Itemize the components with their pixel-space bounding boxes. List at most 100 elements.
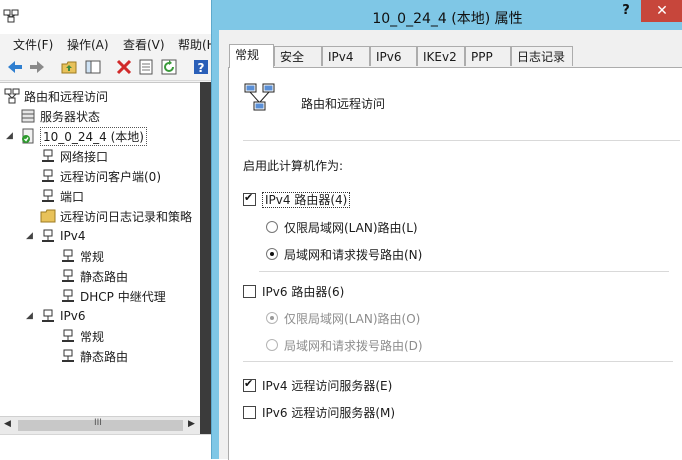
- tree-item-ipv4-static-routes[interactable]: 静态路由: [60, 267, 128, 285]
- separator: [259, 271, 669, 272]
- tree-label: 远程访问日志记录和策略: [60, 209, 193, 224]
- separator: [243, 361, 673, 362]
- general-icon: [62, 249, 74, 262]
- ipv6-router-checkbox[interactable]: [243, 285, 256, 298]
- tree-label: 常规: [80, 329, 105, 344]
- scrollbar-thumb[interactable]: III: [18, 418, 183, 431]
- back-arrow-icon[interactable]: [6, 58, 24, 76]
- tree-label: IPv4: [60, 229, 86, 243]
- port-icon: [42, 189, 54, 202]
- tree-item-ipv4[interactable]: IPv4: [40, 227, 86, 245]
- server-running-icon: [22, 128, 34, 144]
- general-icon: [62, 329, 74, 342]
- ipv6-lan-demand-radio[interactable]: [266, 339, 278, 351]
- tab-ppp[interactable]: PPP: [465, 46, 511, 66]
- server-list-icon: [21, 109, 35, 123]
- up-folder-icon[interactable]: [60, 58, 78, 76]
- separator: [243, 140, 680, 141]
- tree-label: 路由和远程访问: [24, 89, 109, 104]
- panel-title: 路由和远程访问: [301, 97, 386, 111]
- enable-as-label: 启用此计算机作为:: [243, 159, 344, 173]
- tree-label: 网络接口: [60, 149, 109, 164]
- tree-item-network-interfaces[interactable]: 网络接口: [40, 147, 108, 165]
- tab-logging[interactable]: 日志记录: [511, 46, 573, 66]
- tab-ipv6[interactable]: IPv6: [370, 46, 417, 66]
- forward-arrow-icon[interactable]: [28, 58, 46, 76]
- ipv6-lan-only-label: 仅限局域网(LAN)路由(O): [284, 312, 421, 326]
- routing-remote-access-icon: [244, 83, 275, 111]
- tree-label: 静态路由: [80, 269, 129, 284]
- tree-label: DHCP 中继代理: [80, 289, 166, 304]
- tab-general[interactable]: 常规: [229, 44, 274, 68]
- ipv4-lan-only-label[interactable]: 仅限局域网(LAN)路由(L): [284, 219, 418, 236]
- static-route-icon: [62, 349, 74, 362]
- tree-item-server[interactable]: 10_0_24_4 (本地): [20, 126, 147, 146]
- menu-file[interactable]: 文件(F): [13, 36, 53, 53]
- ipv4-router-checkbox[interactable]: [243, 191, 256, 206]
- routing-app-icon: [3, 9, 19, 23]
- static-route-icon: [62, 269, 74, 282]
- ipv4-lan-demand-radio[interactable]: [266, 248, 278, 260]
- collapse-arrow-icon[interactable]: ◢: [26, 231, 33, 241]
- tree-label: 远程访问客户端(0): [60, 169, 161, 184]
- mmc-titlebar: [0, 0, 220, 35]
- tree-horizontal-scrollbar[interactable]: ◀ III ▶: [0, 416, 200, 434]
- tree-label-selected: 10_0_24_4 (本地): [40, 126, 147, 146]
- ipv6-router-label[interactable]: IPv6 路由器(6): [262, 283, 344, 300]
- ipv6-icon: [42, 309, 54, 322]
- ipv4-router-label[interactable]: IPv4 路由器(4): [262, 191, 351, 208]
- ipv4-ras-checkbox[interactable]: [243, 377, 256, 392]
- ipv4-ras-label[interactable]: IPv4 远程访问服务器(E): [262, 377, 392, 394]
- general-tab-panel: 路由和远程访问 启用此计算机作为: IPv4 路由器(4) 仅限局域网(LAN)…: [228, 67, 682, 460]
- delete-icon[interactable]: [115, 58, 133, 76]
- help-button[interactable]: ?: [611, 0, 641, 22]
- tree-item-ipv4-general[interactable]: 常规: [60, 247, 104, 265]
- tree-label: 常规: [80, 249, 105, 264]
- scroll-left-icon[interactable]: ◀: [4, 419, 11, 429]
- tree-item-ipv6-static-routes[interactable]: 静态路由: [60, 347, 128, 365]
- dhcp-relay-icon: [62, 289, 74, 302]
- tree-label: 端口: [60, 189, 85, 204]
- tree-item-ports[interactable]: 端口: [40, 187, 84, 205]
- tab-ipv4[interactable]: IPv4: [322, 46, 370, 66]
- collapse-arrow-icon[interactable]: ◢: [6, 131, 13, 141]
- dialog-body: 常规 安全 IPv4 IPv6 IKEv2 PPP 日志记录 路由和远程访问 启…: [219, 30, 682, 460]
- tree-item-remote-clients[interactable]: 远程访问客户端(0): [40, 167, 161, 185]
- tree-item-ipv6-general[interactable]: 常规: [60, 327, 104, 345]
- scrollbar-grip: III: [94, 418, 102, 428]
- show-hide-tree-icon[interactable]: [84, 58, 102, 76]
- tree-label: IPv6: [60, 309, 86, 323]
- remote-client-icon: [42, 169, 54, 182]
- console-tree: 路由和远程访问 服务器状态 ◢ 10_0_24_4 (本地) 网络接口 远程访问: [0, 82, 200, 435]
- refresh-icon[interactable]: [160, 58, 178, 76]
- tree-label: 服务器状态: [40, 109, 101, 124]
- folder-icon: [40, 209, 56, 223]
- ipv6-ras-label[interactable]: IPv6 远程访问服务器(M): [262, 404, 395, 421]
- help-icon[interactable]: ?: [192, 58, 210, 76]
- routing-icon: [4, 88, 20, 104]
- tree-item-logging-policy[interactable]: 远程访问日志记录和策略: [40, 207, 192, 225]
- ipv4-lan-only-radio[interactable]: [266, 221, 278, 233]
- scroll-right-icon[interactable]: ▶: [188, 419, 195, 429]
- properties-icon[interactable]: [137, 58, 155, 76]
- network-interface-icon: [42, 149, 54, 162]
- tab-security[interactable]: 安全: [274, 46, 322, 66]
- menu-view[interactable]: 查看(V): [123, 36, 165, 53]
- ipv4-lan-demand-label[interactable]: 局域网和请求拨号路由(N): [284, 246, 422, 263]
- mmc-toolbar: ?: [0, 54, 220, 81]
- tree-item-ipv6[interactable]: IPv6: [40, 307, 86, 325]
- mmc-statusbar: [0, 434, 212, 460]
- tree-item-server-status[interactable]: 服务器状态: [20, 107, 100, 125]
- svg-text:?: ?: [198, 61, 205, 75]
- close-button[interactable]: ✕: [641, 0, 682, 22]
- tree-item-dhcp-relay[interactable]: DHCP 中继代理: [60, 287, 166, 305]
- ipv4-icon: [42, 229, 54, 242]
- ipv6-ras-checkbox[interactable]: [243, 406, 256, 419]
- mmc-window: 文件(F) 操作(A) 查看(V) 帮助(H ? 路由和远程访问 服务器状态 ◢…: [0, 0, 220, 460]
- tree-item-routing-root[interactable]: 路由和远程访问: [4, 87, 108, 105]
- collapse-arrow-icon[interactable]: ◢: [26, 311, 33, 321]
- ipv6-lan-demand-label: 局域网和请求拨号路由(D): [284, 339, 423, 353]
- ipv6-lan-only-radio[interactable]: [266, 312, 278, 324]
- menu-action[interactable]: 操作(A): [67, 36, 109, 53]
- tab-ikev2[interactable]: IKEv2: [417, 46, 465, 66]
